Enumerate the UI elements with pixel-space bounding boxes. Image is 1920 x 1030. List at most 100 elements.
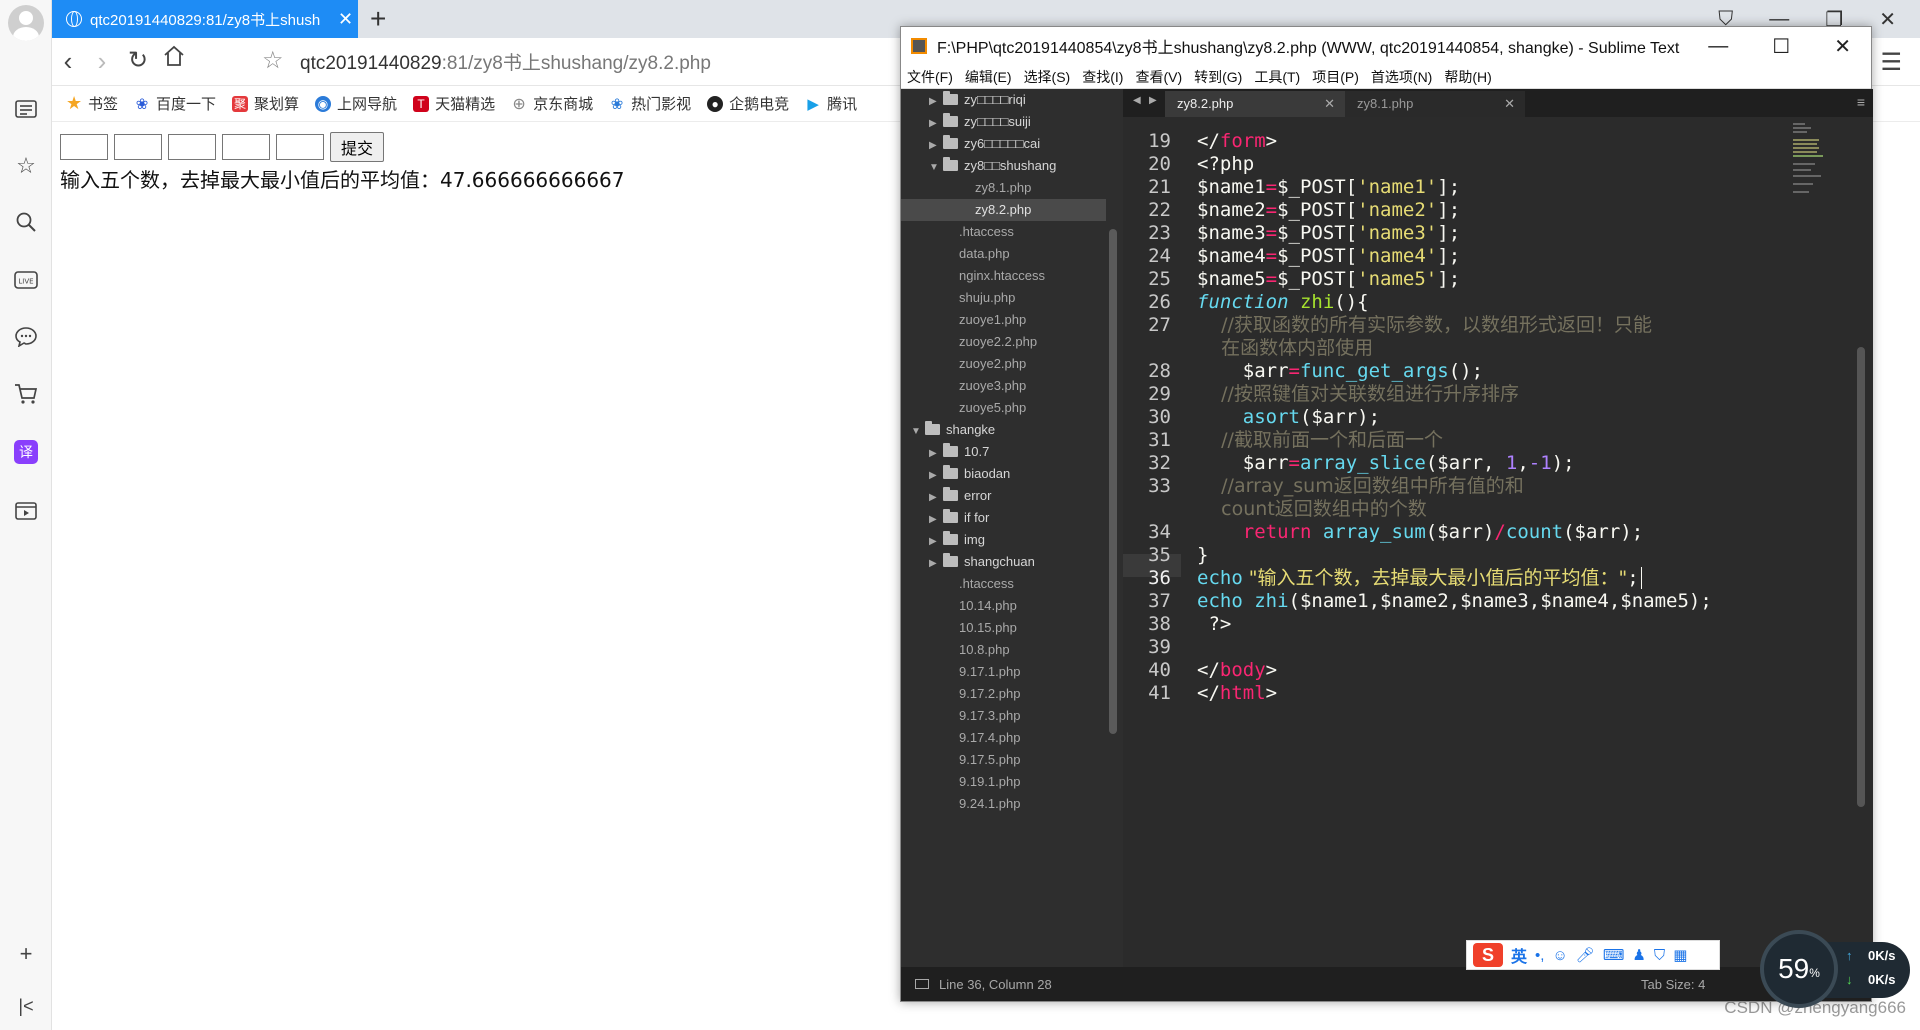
bookmark-item[interactable]: ★ 书签 [66, 93, 118, 114]
tab-scroll-left-icon[interactable]: ◀ [1133, 95, 1141, 106]
tree-file[interactable]: 9.17.3.php [959, 705, 1020, 727]
translate-icon[interactable]: 译 [12, 438, 40, 466]
search-icon[interactable] [12, 208, 40, 236]
bookmark-item[interactable]: ❀ 热门影视 [609, 93, 691, 114]
tree-folder[interactable]: ▶ biaodan [929, 463, 1010, 485]
browser-menu-icon[interactable]: ☰ [1880, 48, 1902, 77]
menu-preferences[interactable]: 首选项(N) [1371, 67, 1432, 87]
add-icon[interactable]: + [12, 940, 40, 968]
bookmark-item[interactable]: ❀ 百度一下 [134, 93, 216, 114]
tree-file[interactable]: 9.17.4.php [959, 727, 1020, 749]
bookmark-item[interactable]: ● 企鹅电竞 [707, 93, 789, 114]
tree-folder[interactable]: ▶ shangchuan [929, 551, 1035, 573]
tree-file[interactable]: zuoye2.2.php [959, 331, 1037, 353]
tree-file[interactable]: zy8.1.php [975, 177, 1031, 199]
address-bar[interactable]: qtc20191440829:81/zy8书上shushang/zy8.2.ph… [300, 48, 711, 75]
live-icon[interactable]: LIVE [12, 266, 40, 294]
code-editor[interactable]: 19 20 21 22 23 24 25 26 27 28 29 30 31 3… [1123, 117, 1873, 969]
memory-usage-ring[interactable]: 59% [1760, 930, 1838, 1008]
tab-close-icon[interactable]: ✕ [1324, 91, 1335, 117]
forward-button[interactable]: › [86, 46, 118, 77]
name5-input[interactable] [276, 134, 324, 160]
menu-view[interactable]: 查看(V) [1135, 67, 1182, 87]
panel-toggle-icon[interactable] [915, 979, 929, 989]
punctuation-icon[interactable]: •, [1535, 947, 1544, 964]
editor-tab-zy8-1[interactable]: zy8.1.php ✕ [1345, 91, 1525, 117]
tree-file[interactable]: 9.17.5.php [959, 749, 1020, 771]
keyboard-icon[interactable]: ⌨ [1603, 946, 1625, 964]
new-tab-button[interactable]: + [370, 3, 386, 35]
sogou-logo-icon[interactable]: S [1473, 943, 1503, 967]
tree-folder[interactable]: ▼ zy8□□shushang [929, 155, 1056, 177]
bookmark-item[interactable]: ⊕ 京东商城 [511, 93, 593, 114]
name2-input[interactable] [114, 134, 162, 160]
collapse-sidebar-icon[interactable]: |< [12, 992, 40, 1020]
tree-file[interactable]: zuoye3.php [959, 375, 1026, 397]
name1-input[interactable] [60, 134, 108, 160]
bookmark-item[interactable]: 聚聚划算 [232, 93, 299, 114]
tab-scroll-right-icon[interactable]: ▶ [1149, 95, 1157, 106]
tree-file-selected[interactable]: zy8.2.php [901, 199, 1106, 221]
menu-help[interactable]: 帮助(H) [1444, 67, 1491, 87]
bookmark-star-icon[interactable]: ☆ [262, 46, 284, 75]
tree-folder[interactable]: ▶ zy□□□□riqi [929, 89, 1026, 111]
chat-icon[interactable] [12, 323, 40, 351]
emoji-icon[interactable]: ☺ [1552, 947, 1567, 964]
tree-folder[interactable]: ▶ 10.7 [929, 441, 989, 463]
minimap[interactable] [1793, 121, 1833, 211]
favorites-star-icon[interactable]: ☆ [12, 152, 40, 180]
user-icon[interactable]: ♟ [1632, 946, 1645, 964]
tree-file[interactable]: 9.17.1.php [959, 661, 1020, 683]
back-button[interactable]: ‹ [52, 46, 84, 77]
tree-file[interactable]: zuoye2.php [959, 353, 1026, 375]
menu-project[interactable]: 项目(P) [1312, 67, 1359, 87]
tree-file[interactable]: 9.19.1.php [959, 771, 1020, 793]
tree-folder[interactable]: ▶ error [929, 485, 991, 507]
tree-folder[interactable]: ▶ if for [929, 507, 989, 529]
user-avatar-icon[interactable] [8, 5, 44, 41]
home-icon[interactable] [158, 44, 190, 75]
tree-folder[interactable]: ▶ img [929, 529, 985, 551]
tab-list-menu-icon[interactable]: ≡ [1857, 94, 1865, 110]
tree-folder[interactable]: ▶ zy□□□□suiji [929, 111, 1031, 133]
name3-input[interactable] [168, 134, 216, 160]
tree-file[interactable]: zuoye1.php [959, 309, 1026, 331]
ime-mode-toggle[interactable]: 英 [1511, 943, 1527, 967]
bookmark-item[interactable]: ◉ 上网导航 [315, 93, 397, 114]
bookmark-item[interactable]: ▶ 腾讯 [805, 93, 857, 114]
sublime-maximize-button[interactable]: ☐ [1772, 34, 1790, 59]
microphone-icon[interactable]: 🎤︎ [1576, 946, 1595, 964]
close-button[interactable]: ✕ [1879, 7, 1896, 32]
tree-file[interactable]: 10.8.php [959, 639, 1010, 661]
tree-file[interactable]: zuoye5.php [959, 397, 1026, 419]
skin-icon[interactable]: ⛉ [1654, 947, 1665, 964]
tree-file[interactable]: .htaccess [959, 573, 1014, 595]
editor-scrollbar[interactable] [1857, 347, 1865, 807]
tab-size-indicator[interactable]: Tab Size: 4 [1641, 977, 1705, 992]
menu-find[interactable]: 查找(I) [1082, 67, 1123, 87]
tree-file[interactable]: 9.24.1.php [959, 793, 1020, 815]
tree-file[interactable]: shuju.php [959, 287, 1015, 309]
sidebar-scrollbar[interactable] [1109, 229, 1117, 734]
sublime-minimize-button[interactable]: — [1708, 35, 1728, 58]
tab-close-icon[interactable]: ✕ [1504, 91, 1515, 117]
reload-icon[interactable]: ↻ [122, 46, 154, 75]
tree-file[interactable]: 9.17.2.php [959, 683, 1020, 705]
tab-active[interactable]: qtc20191440829:81/zy8书上shush ✕ [52, 0, 358, 38]
tree-file[interactable]: 10.15.php [959, 617, 1017, 639]
menu-edit[interactable]: 编辑(E) [965, 67, 1012, 87]
tree-file[interactable]: data.php [959, 243, 1010, 265]
menu-tools[interactable]: 工具(T) [1254, 67, 1300, 87]
name4-input[interactable] [222, 134, 270, 160]
tree-file[interactable]: 10.14.php [959, 595, 1017, 617]
toolbox-grid-icon[interactable]: ▦ [1673, 946, 1687, 964]
tree-folder[interactable]: ▼ shangke [911, 419, 995, 441]
video-player-icon[interactable] [12, 496, 40, 524]
tree-folder[interactable]: ▶ zy6□□□□□cai [929, 133, 1040, 155]
menu-selection[interactable]: 选择(S) [1024, 67, 1071, 87]
bookmark-item[interactable]: T 天猫精选 [413, 93, 495, 114]
submit-button[interactable]: 提交 [330, 132, 385, 162]
sublime-close-button[interactable]: ✕ [1834, 34, 1851, 59]
tab-close-icon[interactable]: ✕ [338, 9, 353, 30]
news-icon[interactable] [12, 95, 40, 123]
